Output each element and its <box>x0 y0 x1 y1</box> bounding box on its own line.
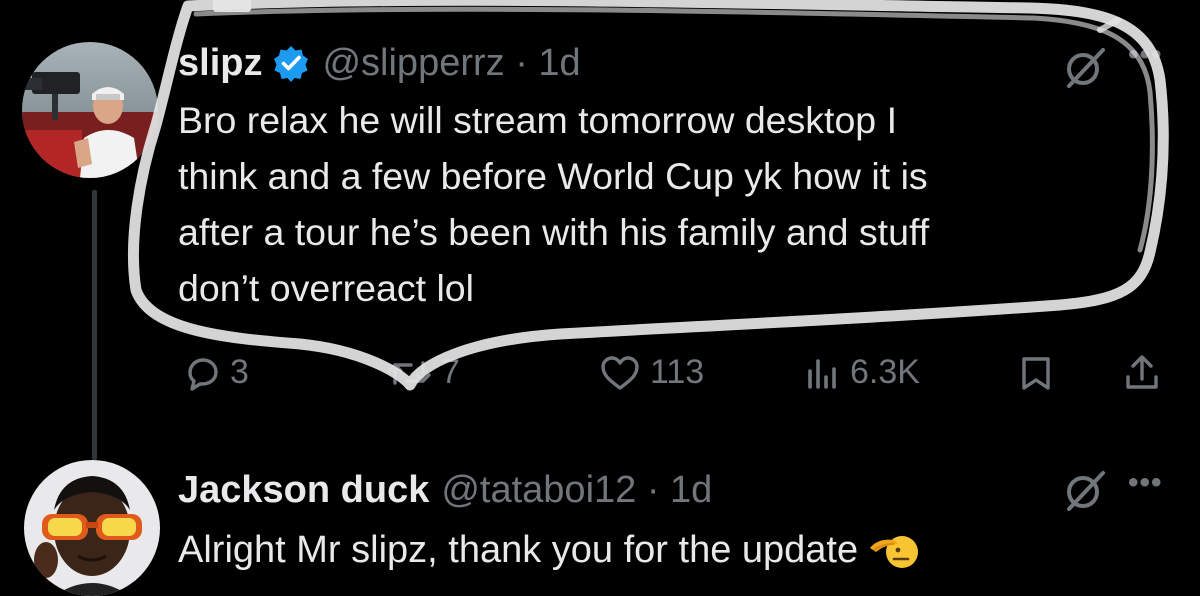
saluting-face-emoji <box>870 536 919 568</box>
author-name[interactable]: Jackson duck <box>178 469 429 512</box>
grok-icon[interactable] <box>1063 467 1109 513</box>
tweet-text: Bro relax he will stream tomorrow deskto… <box>178 92 929 316</box>
repost-count: 7 <box>441 353 460 391</box>
tweet-text-line: Alright Mr slipz, thank you for the upda… <box>178 529 859 571</box>
author-handle-time[interactable]: @tataboi12 · 1d <box>441 469 712 512</box>
tweet-text: Alright Mr slipz, thank you for the upda… <box>178 522 919 578</box>
reply-count: 3 <box>230 353 249 391</box>
heart-icon <box>601 355 639 390</box>
grok-icon[interactable] <box>1063 44 1109 90</box>
tweet-author-line: Jackson duck @tataboi12 · 1d <box>178 464 712 516</box>
tweet-action-bar: 3 7 113 6.3K <box>0 345 1200 400</box>
more-icon[interactable]: ••• <box>1128 38 1163 72</box>
reply-thread: slipz @slipperrz · 1d ••• Bro relax he w… <box>0 0 1200 596</box>
author-handle-time[interactable]: @slipperrz · 1d <box>322 42 580 85</box>
bookmark-icon <box>1022 356 1050 390</box>
reply-button[interactable]: 3 <box>182 345 249 400</box>
repost-button[interactable]: 7 <box>385 345 460 400</box>
share-button[interactable] <box>1122 345 1162 400</box>
tweet-text-line: think and a few before World Cup yk how … <box>178 155 928 197</box>
verified-badge-icon <box>274 46 309 82</box>
repost-icon <box>387 360 431 385</box>
tweet-text-line: Bro relax he will stream tomorrow deskto… <box>178 99 898 141</box>
top-edge-fragment <box>213 0 251 12</box>
tweet-text-line: don’t overreact lol <box>178 267 474 309</box>
view-count: 6.3K <box>850 353 920 391</box>
share-icon <box>1126 354 1158 389</box>
like-count: 113 <box>650 353 705 391</box>
tweet-text-line: after a tour he’s been with his family a… <box>178 211 930 253</box>
avatar[interactable] <box>24 460 160 596</box>
reply-icon <box>188 357 218 391</box>
bookmark-button[interactable] <box>1016 345 1056 400</box>
avatar[interactable] <box>22 42 158 178</box>
thread-line <box>92 190 97 460</box>
views-icon <box>808 358 836 389</box>
like-button[interactable]: 113 <box>598 345 704 400</box>
author-name[interactable]: slipz <box>178 42 262 85</box>
more-icon[interactable]: ••• <box>1128 466 1163 500</box>
tweet-author-line: slipz @slipperrz · 1d <box>178 38 581 88</box>
views-button[interactable]: 6.3K <box>802 345 920 400</box>
